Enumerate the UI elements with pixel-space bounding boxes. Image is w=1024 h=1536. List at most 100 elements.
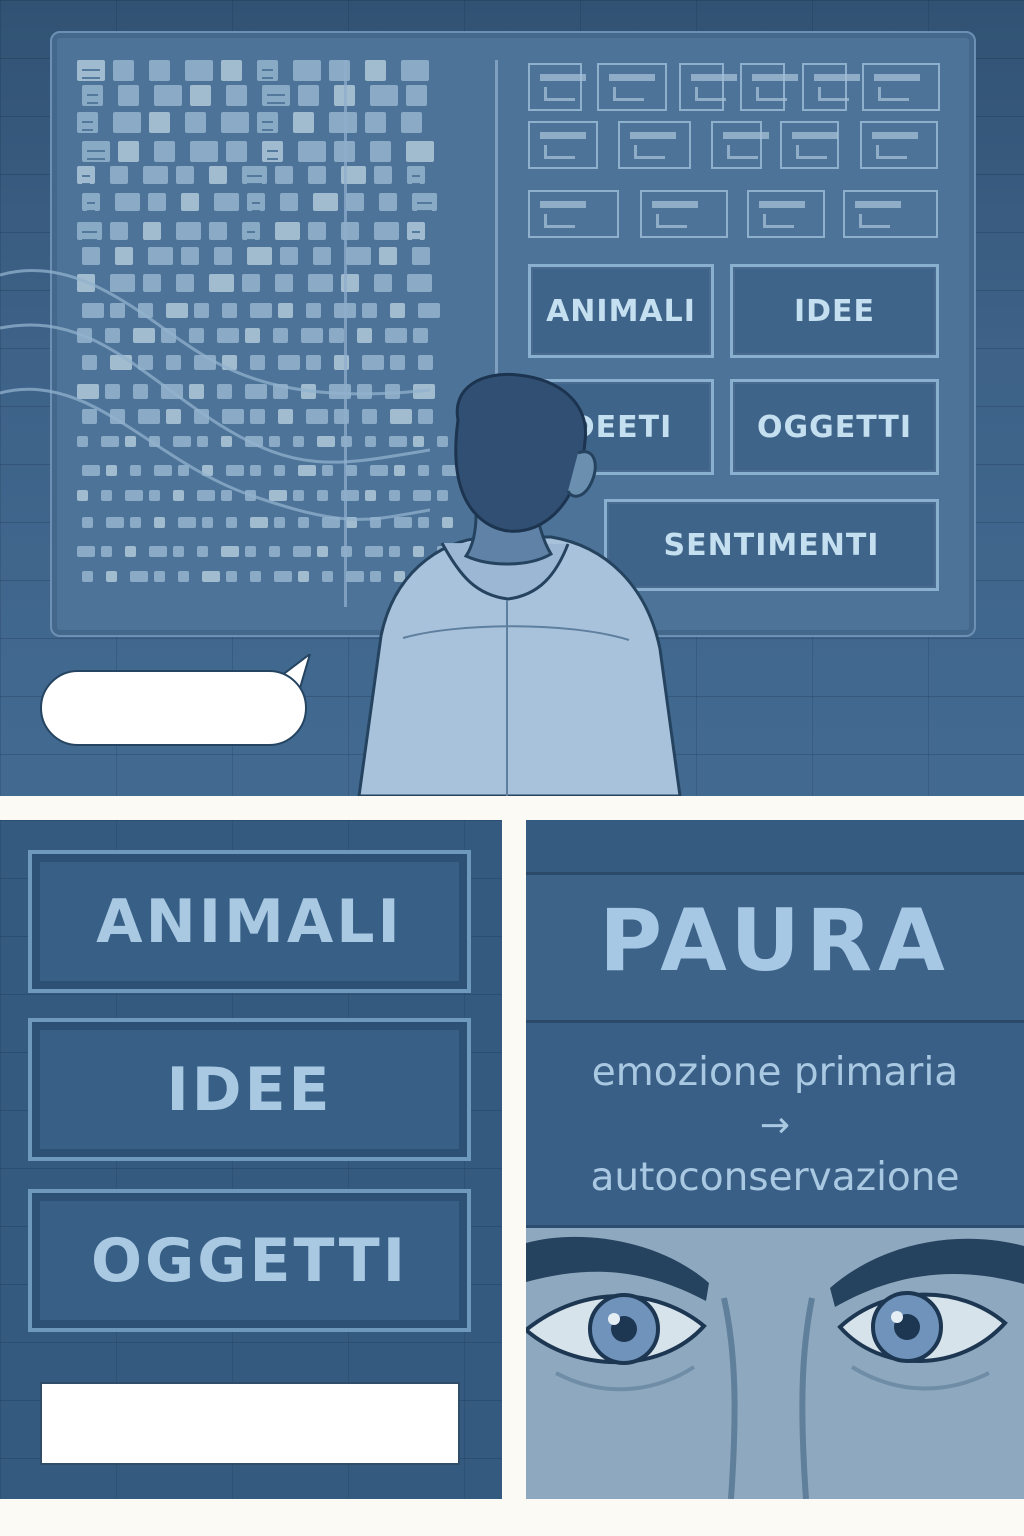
- data-tile: [221, 436, 232, 447]
- data-tile: [313, 247, 331, 265]
- data-tile: [148, 193, 166, 211]
- data-tile: [275, 274, 293, 292]
- data-tile: [301, 384, 316, 399]
- data-tile: [221, 546, 239, 557]
- data-tile: [280, 247, 298, 265]
- data-tile: [110, 166, 128, 184]
- data-tile: [273, 384, 288, 399]
- data-tile: [221, 112, 249, 133]
- data-tile: [275, 166, 293, 184]
- data-tile: [149, 546, 167, 557]
- paura-title: PAURA: [599, 891, 951, 991]
- data-tile: [130, 465, 141, 476]
- data-tile: [138, 303, 153, 318]
- data-tile: [379, 247, 397, 265]
- data-tile: [125, 436, 136, 447]
- data-tile: [194, 409, 209, 424]
- data-tile: [82, 409, 97, 424]
- data-tile: [77, 60, 105, 81]
- data-tile: [301, 328, 323, 343]
- data-tile: [181, 193, 199, 211]
- data-tile: [226, 571, 237, 582]
- data-tile: [77, 436, 88, 447]
- data-tile: [278, 355, 300, 370]
- panel-layout-icon: [862, 63, 940, 111]
- data-tile: [82, 141, 110, 162]
- data-tile: [275, 222, 300, 240]
- data-tile: [250, 517, 268, 528]
- data-tile: [413, 328, 428, 343]
- data-tile: [247, 193, 265, 212]
- data-tile: [189, 384, 204, 399]
- data-tile: [317, 546, 328, 557]
- category-idee-button[interactable]: IDEE: [730, 264, 939, 358]
- data-tile: [105, 384, 120, 399]
- data-tile: [110, 355, 132, 370]
- data-tile: [274, 517, 285, 528]
- data-tile: [189, 328, 204, 343]
- network-icon: [711, 121, 769, 169]
- data-tile: [197, 490, 215, 501]
- data-tile: [274, 571, 292, 582]
- data-tile: [202, 465, 213, 476]
- data-tile: [166, 355, 181, 370]
- data-tile: [138, 409, 160, 424]
- data-tile: [298, 85, 319, 106]
- data-tile: [250, 571, 261, 582]
- data-tile: [401, 60, 429, 81]
- data-tile: [202, 571, 220, 582]
- data-tile: [365, 112, 386, 133]
- data-tile: [118, 85, 139, 106]
- data-tile: [178, 465, 189, 476]
- data-tile: [77, 222, 102, 241]
- data-tile: [176, 222, 201, 240]
- data-tile: [77, 546, 95, 557]
- data-tile: [298, 571, 309, 582]
- data-tile: [154, 571, 165, 582]
- data-tile: [82, 85, 103, 106]
- data-tile: [185, 112, 206, 133]
- data-tile: [308, 166, 326, 184]
- data-tile: [154, 517, 165, 528]
- data-tile: [269, 546, 280, 557]
- data-tile: [178, 571, 189, 582]
- data-tile: [250, 355, 265, 370]
- data-tile: [242, 222, 260, 241]
- data-tile: [82, 571, 93, 582]
- data-tile: [293, 112, 314, 133]
- category-animali-button[interactable]: ANIMALI: [528, 264, 714, 358]
- data-tile: [262, 141, 283, 162]
- data-tile: [133, 384, 148, 399]
- definition-self-preservation: autoconservazione: [590, 1155, 960, 1200]
- data-tile: [149, 112, 170, 133]
- data-tile: [298, 517, 309, 528]
- category-oggetti-button[interactable]: OGGETTI: [730, 379, 939, 475]
- left-comic-panel: ANIMALI IDEE OGGETTI: [0, 820, 502, 1499]
- data-tile: [173, 436, 191, 447]
- data-tile: [214, 247, 232, 265]
- data-tile: [143, 274, 161, 292]
- data-tile: [118, 141, 139, 162]
- top-comic-panel: ANIMALI IDEE DEETI OGGETTI SENTIMENTI: [0, 0, 1024, 796]
- data-tile: [313, 193, 338, 211]
- data-tile: [226, 85, 247, 106]
- data-tile: [176, 166, 194, 184]
- data-tile: [379, 193, 397, 211]
- data-tile: [226, 517, 237, 528]
- data-tile: [329, 112, 357, 133]
- data-tile: [194, 303, 209, 318]
- data-tile: [209, 166, 227, 184]
- data-tile: [407, 274, 432, 292]
- data-tile: [105, 328, 120, 343]
- data-tile: [370, 85, 398, 106]
- text-bars-icon: [640, 190, 728, 238]
- data-tile: [280, 193, 298, 211]
- data-tile: [106, 571, 117, 582]
- data-tile: [77, 490, 88, 501]
- data-tile: [406, 141, 434, 162]
- data-tile: [149, 436, 160, 447]
- data-tile: [222, 409, 244, 424]
- data-tile: [148, 247, 173, 265]
- category-oggetti-sign: OGGETTI: [28, 1189, 471, 1332]
- vertical-card-icon: [740, 63, 798, 111]
